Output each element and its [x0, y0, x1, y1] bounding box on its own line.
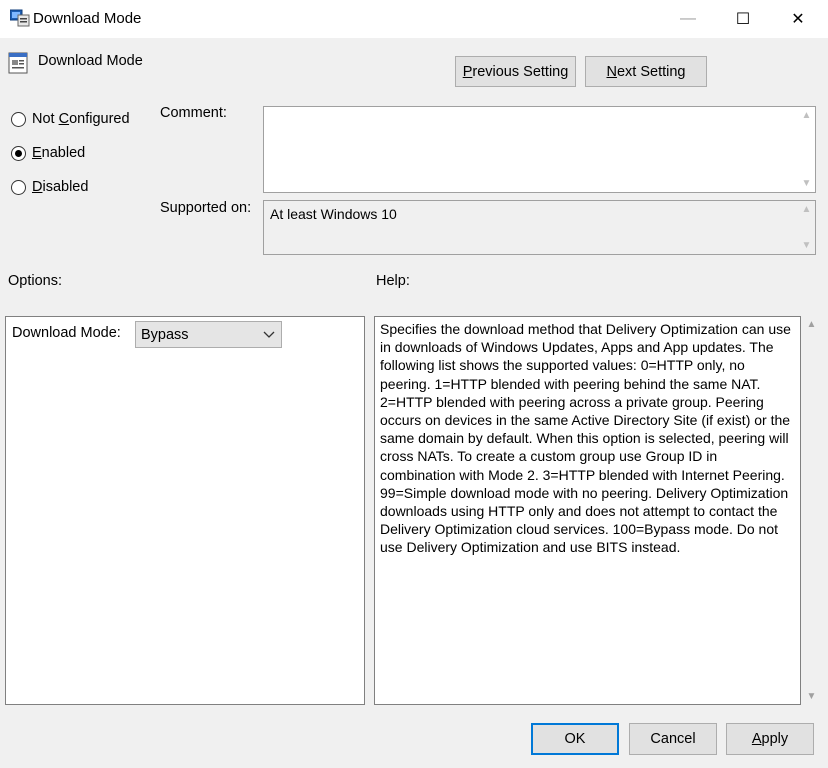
chevron-down-icon	[263, 331, 275, 338]
download-mode-label: Download Mode:	[12, 325, 121, 341]
maximize-button[interactable]: ☐	[715, 0, 771, 38]
download-mode-dropdown[interactable]: Bypass	[135, 321, 282, 348]
policy-setting-icon	[8, 52, 28, 74]
next-setting-accesskey: N	[606, 63, 617, 80]
radio-not-configured[interactable]: Not Configured	[11, 111, 130, 127]
help-label: Help:	[376, 273, 410, 289]
scroll-down-icon[interactable]: ▼	[798, 175, 815, 192]
minimize-button[interactable]: —	[660, 0, 716, 38]
group-policy-icon	[10, 9, 30, 27]
comment-textbox[interactable]: ▲ ▼	[263, 106, 816, 193]
maximize-icon: ☐	[735, 11, 751, 28]
scroll-down-icon[interactable]: ▼	[803, 688, 820, 705]
help-text: Specifies the download method that Deliv…	[380, 321, 791, 556]
radio-label: Disabled	[32, 179, 89, 195]
setting-name: Download Mode	[38, 53, 143, 69]
ok-button[interactable]: OK	[531, 723, 619, 755]
options-label: Options:	[8, 273, 62, 289]
previous-setting-accesskey: P	[462, 63, 473, 80]
comment-label: Comment:	[160, 105, 227, 121]
supported-scrollbar[interactable]: ▲ ▼	[798, 201, 815, 254]
apply-button[interactable]: Apply	[726, 723, 814, 755]
supported-on-label: Supported on:	[160, 200, 252, 216]
close-button[interactable]: ✕	[770, 0, 826, 38]
previous-setting-label: revious Setting	[472, 63, 569, 80]
supported-on-field: At least Windows 10 ▲ ▼	[263, 200, 816, 255]
help-panel: Specifies the download method that Deliv…	[374, 316, 801, 705]
next-setting-label: ext Setting	[616, 63, 686, 80]
scroll-up-icon[interactable]: ▲	[803, 316, 820, 333]
apply-accesskey: A	[751, 731, 762, 747]
window-title: Download Mode	[33, 10, 142, 27]
minimize-icon: —	[680, 10, 696, 27]
scroll-up-icon[interactable]: ▲	[798, 201, 815, 218]
radio-label: Not Configured	[32, 111, 130, 127]
cancel-button[interactable]: Cancel	[629, 723, 717, 755]
title-bar: Download Mode — ☐ ✕	[0, 0, 828, 38]
help-scrollbar[interactable]: ▲ ▼	[803, 316, 820, 705]
radio-button[interactable]	[11, 111, 26, 127]
next-setting-button[interactable]: Next Setting	[585, 56, 707, 87]
comment-scrollbar[interactable]: ▲ ▼	[798, 107, 815, 192]
scroll-down-icon[interactable]: ▼	[798, 237, 815, 254]
supported-on-value: At least Windows 10	[270, 206, 397, 222]
previous-setting-button[interactable]: Previous Setting	[455, 56, 576, 87]
radio-enabled[interactable]: Enabled	[11, 145, 85, 161]
radio-label: Enabled	[32, 145, 86, 161]
close-icon: ✕	[791, 11, 805, 28]
options-panel	[5, 316, 365, 705]
radio-button[interactable]	[11, 145, 26, 161]
download-mode-value: Bypass	[141, 327, 189, 343]
apply-label: pply	[761, 731, 789, 747]
radio-disabled[interactable]: Disabled	[11, 179, 88, 195]
radio-button[interactable]	[11, 179, 26, 195]
scroll-up-icon[interactable]: ▲	[798, 107, 815, 124]
